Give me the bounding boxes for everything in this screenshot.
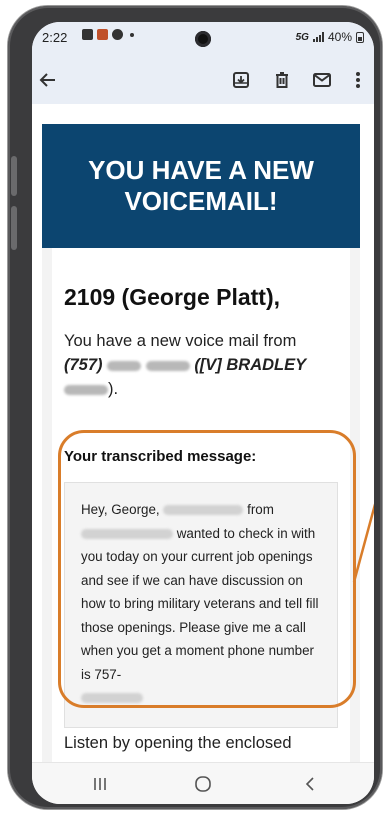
more-notifications-dot — [130, 32, 134, 37]
redacted-phone-suffix — [145, 360, 190, 371]
phone-frame: 2:22 5G 40% YOU HAVE A NEW VOICEMAIL! 21… — [8, 6, 382, 809]
signal-icon — [312, 32, 324, 42]
calendar-notification-icon — [82, 29, 93, 40]
redacted-company-name — [81, 528, 173, 539]
archive-icon — [233, 72, 249, 88]
message-notification-icon — [112, 29, 123, 40]
home-icon — [195, 776, 211, 792]
caller-name: ([V] BRADLEY — [194, 356, 307, 374]
transcribed-label: Your transcribed message: — [64, 448, 257, 465]
listen-instructions: Listen by opening the enclosed — [64, 734, 292, 752]
status-indicators: 5G 40% — [296, 30, 364, 44]
delete-button[interactable] — [268, 66, 296, 94]
intro-text: You have a new voice mail from — [64, 332, 297, 350]
battery-level: 40% — [327, 30, 352, 44]
battery-icon — [356, 31, 364, 43]
transcript-greeting: Hey, George, — [81, 502, 160, 517]
email-toolbar — [32, 56, 374, 104]
home-button[interactable] — [183, 771, 223, 797]
transcript-body: wanted to check in with you today on you… — [81, 525, 319, 682]
recent-apps-icon — [94, 778, 106, 790]
more-vert-icon — [356, 72, 360, 88]
transcript-box: Hey, George, from wanted to check in wit… — [64, 482, 338, 728]
email-content[interactable]: YOU HAVE A NEW VOICEMAIL! 2109 (George P… — [32, 104, 374, 762]
front-camera — [195, 31, 211, 47]
notification-icons — [82, 29, 134, 40]
recent-apps-button[interactable] — [80, 771, 120, 797]
recipient-heading: 2109 (George Platt), — [64, 284, 281, 310]
voicemail-banner: YOU HAVE A NEW VOICEMAIL! — [42, 124, 360, 248]
transcript-from: from — [247, 502, 274, 517]
back-nav-button[interactable] — [290, 771, 330, 797]
redacted-caller-name — [163, 505, 244, 516]
power-button — [11, 206, 17, 250]
back-nav-icon — [305, 777, 314, 791]
back-arrow-icon — [39, 73, 55, 87]
redacted-caller-surname — [64, 384, 108, 395]
voicemail-intro: You have a new voice mail from (757) ([V… — [64, 329, 354, 401]
banner-title: YOU HAVE A NEW VOICEMAIL! — [88, 155, 314, 216]
system-navigation-bar — [32, 762, 374, 804]
mail-icon — [313, 73, 331, 87]
trash-icon — [276, 72, 288, 88]
network-type: 5G — [295, 31, 309, 43]
back-button[interactable] — [34, 66, 62, 94]
status-time: 2:22 — [42, 30, 68, 45]
status-bar: 2:22 5G 40% — [32, 22, 374, 56]
volume-button — [11, 156, 17, 196]
redacted-phone-prefix — [107, 360, 142, 371]
more-options-button[interactable] — [346, 66, 370, 94]
redacted-phone-number — [81, 693, 143, 704]
mark-unread-button[interactable] — [308, 66, 336, 94]
screen: 2:22 5G 40% YOU HAVE A NEW VOICEMAIL! 21… — [32, 22, 374, 804]
caller-close: ). — [108, 380, 119, 398]
app-notification-icon — [97, 29, 108, 40]
archive-button[interactable] — [227, 66, 255, 94]
caller-area-code: (757) — [64, 356, 103, 374]
